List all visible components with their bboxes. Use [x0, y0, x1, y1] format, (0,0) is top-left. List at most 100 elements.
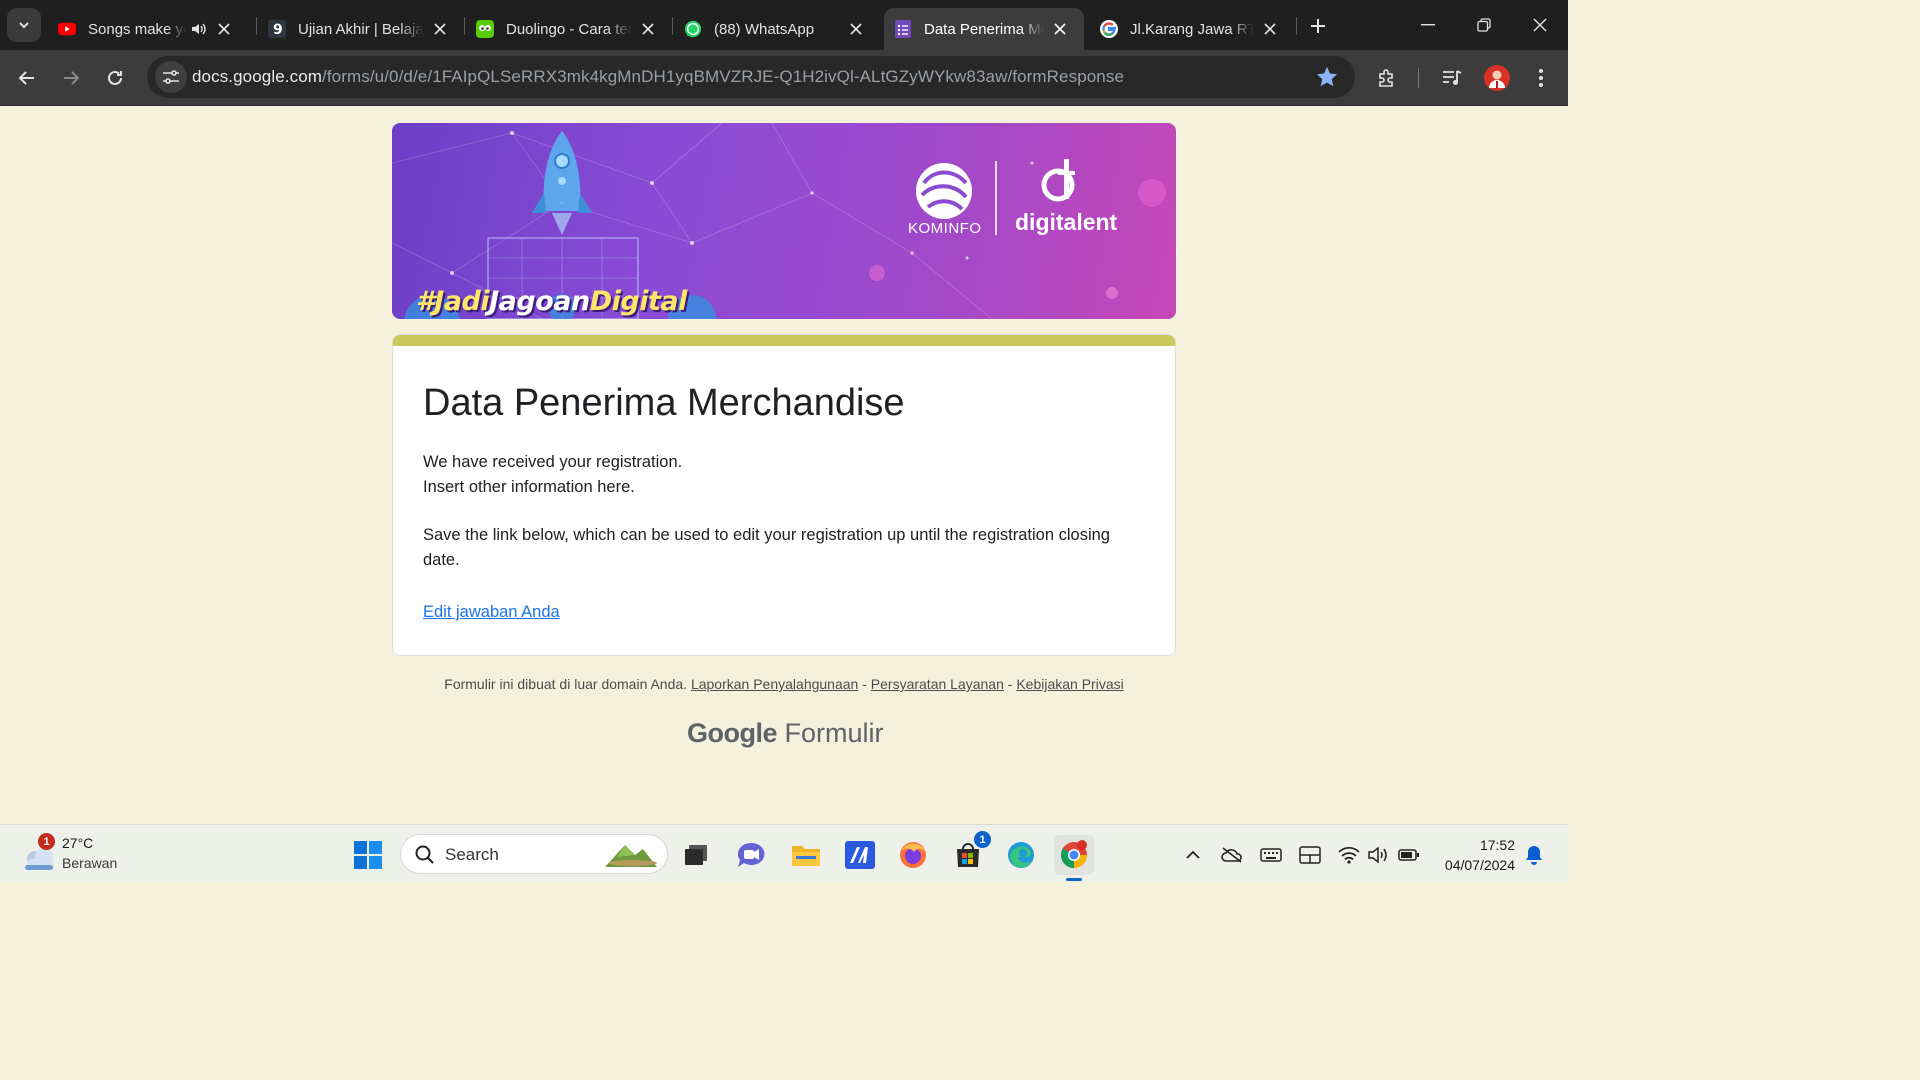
bookmark-star-icon[interactable] — [1315, 65, 1339, 89]
restore-button[interactable] — [1456, 8, 1512, 42]
store-badge: 1 — [974, 831, 991, 848]
svg-text:9: 9 — [273, 22, 283, 38]
keyboard-icon — [1260, 848, 1282, 862]
reload-button[interactable] — [97, 60, 133, 96]
search-highlight-icon — [605, 845, 657, 867]
address-bar[interactable]: docs.google.com/forms/u/0/d/e/1FAIpQLSeR… — [147, 56, 1355, 98]
terms-link[interactable]: Persyaratan Layanan — [871, 676, 1004, 692]
confirmation-message: We have received your registration. Inse… — [423, 450, 682, 499]
file-explorer-button[interactable] — [786, 835, 826, 875]
close-tab-icon[interactable] — [430, 19, 450, 39]
close-tab-icon[interactable] — [214, 19, 234, 39]
close-icon — [1533, 18, 1547, 32]
confirmation-line: Insert other information here. — [423, 477, 635, 496]
weather-badge: 1 — [38, 833, 55, 850]
clock-time: 17:52 — [1479, 837, 1515, 853]
profile-avatar[interactable] — [1479, 60, 1515, 96]
close-tab-icon[interactable] — [638, 19, 658, 39]
google-icon — [1100, 20, 1118, 38]
tab-ujian-akhir[interactable]: 9 Ujian Akhir | Belajar — [258, 8, 464, 50]
form-title: Data Penerima Merchandise — [423, 382, 905, 424]
more-vertical-icon — [1539, 69, 1543, 87]
tab-separator — [672, 17, 673, 35]
tab-separator — [1296, 17, 1297, 35]
task-view-icon — [685, 845, 707, 865]
forms-wordmark: Formulir — [784, 718, 884, 748]
arrow-right-icon — [64, 71, 80, 85]
puzzle-icon — [1379, 69, 1393, 87]
wifi-tray-icon[interactable] — [1337, 843, 1361, 867]
minimize-button[interactable] — [1400, 8, 1456, 42]
bell-icon — [1526, 846, 1542, 865]
new-tab-button[interactable] — [1300, 8, 1336, 44]
app-button-ia[interactable] — [840, 835, 880, 875]
playlist-music-icon — [1443, 70, 1462, 85]
chrome-menu-button[interactable] — [1523, 60, 1559, 96]
reload-icon — [108, 70, 122, 85]
battery-icon — [1398, 849, 1419, 861]
save-link-note: Save the link below, which can be used t… — [423, 526, 1110, 569]
tab-youtube[interactable]: Songs make you feel — [48, 8, 256, 50]
taskbar-search-box[interactable]: Search — [400, 834, 668, 874]
weather-widget[interactable]: 1 27°C Berawan — [22, 833, 132, 875]
close-tab-icon[interactable] — [1260, 19, 1280, 39]
privacy-link[interactable]: Kebijakan Privasi — [1016, 676, 1123, 692]
wifi-icon — [1338, 846, 1360, 864]
chat-icon — [737, 842, 765, 867]
onedrive-tray-icon[interactable] — [1220, 843, 1244, 867]
cloud-off-icon — [1221, 847, 1242, 863]
site-info-icon[interactable] — [155, 61, 187, 93]
tab-whatsapp[interactable]: (88) WhatsApp — [674, 8, 880, 50]
forward-button[interactable] — [53, 60, 89, 96]
logo-divider — [995, 161, 997, 235]
restore-icon — [1477, 18, 1491, 32]
edge-button[interactable] — [1001, 835, 1041, 875]
tab-separator — [464, 17, 465, 35]
windows-logo-icon — [354, 841, 382, 869]
notifications-button[interactable] — [1522, 843, 1546, 867]
media-control-button[interactable] — [1434, 60, 1470, 96]
ai-app-icon — [845, 841, 875, 869]
hashtag-part: #Jadi — [416, 286, 490, 317]
tab-google-search[interactable]: Jl.Karang Jawa RT 02 — [1090, 8, 1294, 50]
chrome-taskbar-button[interactable] — [1054, 835, 1094, 881]
battery-tray-icon[interactable] — [1397, 843, 1421, 867]
tab-title: Jl.Karang Jawa RT 02 — [1130, 20, 1254, 38]
show-hidden-icons-button[interactable] — [1181, 843, 1205, 867]
speaker-icon[interactable] — [190, 21, 208, 37]
confirmation-line: We have received your registration. — [423, 453, 683, 471]
edit-response-link[interactable]: Edit jawaban Anda — [423, 603, 560, 622]
extensions-button[interactable] — [1369, 60, 1405, 96]
form-header-banner: KOMINFO digitalent #JadiJagoanDigital — [392, 123, 1176, 319]
hashtag-part: Digital — [589, 286, 688, 317]
microsoft-store-button[interactable]: 1 — [948, 831, 991, 875]
plus-icon — [1311, 19, 1325, 33]
active-app-indicator — [1066, 878, 1082, 881]
tab-duolingo[interactable]: Duolingo - Cara terbaik — [466, 8, 672, 50]
close-tab-icon[interactable] — [1050, 19, 1070, 39]
taskbar-clock[interactable]: 17:52 04/07/2024 — [1445, 835, 1515, 875]
url-path: /forms/u/0/d/e/1FAIpQLSeRRX3mk4kgMnDH1yq… — [322, 67, 1125, 86]
tab-title: Songs make you feel — [88, 20, 186, 38]
back-button[interactable] — [9, 60, 45, 96]
firefox-icon — [900, 842, 926, 868]
close-window-button[interactable] — [1512, 8, 1568, 42]
snap-layout-tray-icon[interactable] — [1298, 843, 1322, 867]
minimize-icon — [1421, 24, 1435, 26]
task-view-button[interactable] — [676, 835, 716, 875]
clock-date: 04/07/2024 — [1444, 857, 1515, 873]
google-forms-logo[interactable]: Google Formulir — [687, 718, 884, 749]
tab-data-penerima[interactable]: Data Penerima Merchandise — [884, 8, 1084, 50]
close-tab-icon[interactable] — [846, 19, 866, 39]
firefox-button[interactable] — [893, 835, 933, 875]
keyboard-tray-icon[interactable] — [1259, 843, 1283, 867]
report-abuse-link[interactable]: Laporkan Penyalahgunaan — [691, 676, 858, 692]
windows-taskbar: 1 27°C Berawan Search 1 17:52 04/07/2024 — [0, 824, 1568, 882]
digitalent-logo-text: digitalent — [1015, 209, 1118, 235]
start-button[interactable] — [348, 835, 388, 875]
weather-temperature: 27°C — [62, 835, 94, 851]
teams-chat-button[interactable] — [731, 835, 771, 875]
weather-condition: Berawan — [62, 855, 118, 871]
tab-search-button[interactable] — [7, 8, 41, 42]
volume-tray-icon[interactable] — [1366, 843, 1390, 867]
